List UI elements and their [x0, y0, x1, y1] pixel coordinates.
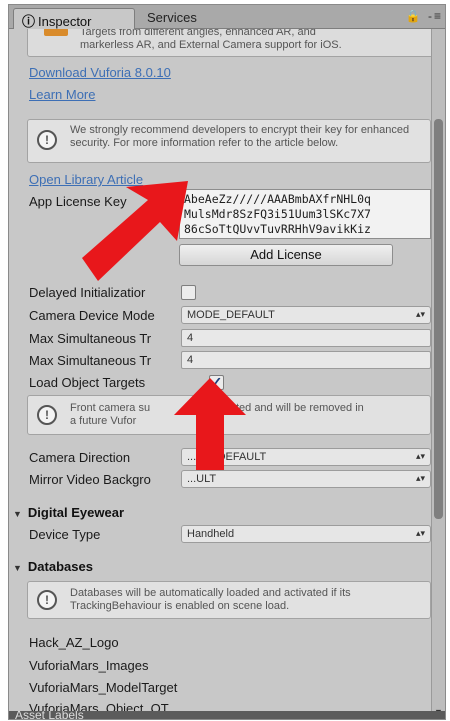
- max-simultaneous-tracked-objects-label: Max Simultaneous Tr: [29, 353, 152, 368]
- camera-device-mode-value: MODE_DEFAULT: [187, 309, 275, 321]
- camera-device-mode-label: Camera Device Mode: [29, 308, 155, 323]
- max-simultaneous-tracked-objects-input[interactable]: 4: [181, 351, 431, 369]
- security-help-box: ! We strongly recommend developers to en…: [27, 119, 431, 163]
- tab-strip: ⓘ Inspector Services 🔒 -≡: [9, 5, 445, 29]
- device-type-label: Device Type: [29, 527, 101, 542]
- license-line-3: 86cSoTtQUvvTuvRRHhV9avikKiz: [184, 222, 371, 236]
- front-camera-help-part-1: Front camera su: [70, 402, 151, 414]
- delayed-initialization-label: Delayed Initializatior: [29, 285, 146, 300]
- open-library-article-link[interactable]: Open Library Article: [29, 172, 143, 187]
- intro-line-2: markerless AR, and External Camera suppo…: [80, 39, 342, 51]
- databases-title: Databases: [27, 559, 93, 574]
- device-type-dropdown[interactable]: Handheld ▴▾: [181, 525, 431, 543]
- info-icon: !: [37, 405, 57, 425]
- front-camera-help-text: Front camera su deprecated and will be r…: [70, 402, 422, 428]
- max-simultaneous-tracked-images-input[interactable]: 4: [181, 329, 431, 347]
- scrollbar-thumb[interactable]: [434, 119, 443, 519]
- dropdown-arrows-icon: ▴▾: [415, 473, 425, 483]
- camera-direction-label: Camera Direction: [29, 450, 131, 465]
- front-camera-help-box: ! Front camera su deprecated and will be…: [27, 395, 431, 435]
- info-icon: !: [37, 590, 57, 610]
- license-line-1: AbeAeZz/////AAABmbAXfrNHL0q: [184, 192, 371, 206]
- load-object-targets-label: Load Object Targets: [29, 375, 146, 390]
- tab-services[interactable]: Services: [139, 8, 239, 29]
- digital-eyewear-title: Digital Eyewear: [27, 505, 125, 520]
- inspector-content: Targets from different angles, enhanced …: [9, 29, 433, 719]
- vertical-scrollbar[interactable]: ▼: [431, 29, 445, 719]
- dropdown-arrows-icon: ▴▾: [415, 309, 425, 319]
- tab-inspector-label: Inspector: [38, 14, 92, 29]
- tab-inspector[interactable]: ⓘ Inspector: [13, 8, 135, 29]
- download-vuforia-link[interactable]: Download Vuforia 8.0.10: [29, 65, 171, 80]
- databases-help-text: Databases will be automatically loaded a…: [70, 587, 351, 612]
- digital-eyewear-foldout[interactable]: ▼ Digital Eyewear: [13, 505, 124, 520]
- dropdown-arrows-icon: ▴▾: [415, 528, 425, 538]
- mirror-video-background-dropdown[interactable]: ...ULT ▴▾: [181, 470, 431, 488]
- security-help-text: We strongly recommend developers to encr…: [70, 124, 410, 149]
- info-icon: !: [37, 130, 57, 150]
- mirror-video-background-label: Mirror Video Backgro: [29, 472, 151, 487]
- dropdown-arrows-icon: ▴▾: [415, 451, 425, 461]
- lock-menu-icon[interactable]: 🔒 -≡: [406, 9, 443, 23]
- info-icon: ⓘ: [22, 14, 36, 29]
- front-camera-help-part-2: deprecated and will be removed in: [196, 402, 364, 414]
- database-item[interactable]: Hack_AZ_Logo: [29, 635, 119, 650]
- inspector-window: ⓘ Inspector Services 🔒 -≡ Targets from di…: [8, 4, 446, 720]
- camera-device-mode-dropdown[interactable]: MODE_DEFAULT ▴▾: [181, 306, 431, 324]
- vuforia-logo-icon: [44, 29, 68, 36]
- asset-labels-bar: Asset Labels: [9, 711, 445, 719]
- device-type-value: Handheld: [187, 528, 235, 540]
- license-line-2: MulsMdr8SzFQ3i51Uum3lSKc7X7: [184, 207, 371, 221]
- app-license-key-label: App License Key: [29, 194, 127, 209]
- camera-direction-value: ...RA_DEFAULT: [187, 451, 267, 463]
- load-object-targets-checkbox[interactable]: ✓: [209, 375, 224, 390]
- add-license-button[interactable]: Add License: [179, 244, 393, 266]
- camera-direction-dropdown[interactable]: ...RA_DEFAULT ▴▾: [181, 448, 431, 466]
- checkmark-icon: ✓: [210, 374, 223, 390]
- foldout-arrow-icon: ▼: [13, 563, 22, 573]
- intro-help-box: Targets from different angles, enhanced …: [27, 29, 433, 57]
- databases-foldout[interactable]: ▼ Databases: [13, 559, 93, 574]
- intro-line-1: Targets from different angles, enhanced …: [80, 29, 316, 38]
- databases-help-box: ! Databases will be automatically loaded…: [27, 581, 431, 619]
- max-simultaneous-tracked-images-label: Max Simultaneous Tr: [29, 331, 152, 346]
- database-item[interactable]: VuforiaMars_ModelTarget: [29, 680, 177, 695]
- database-item[interactable]: VuforiaMars_Images: [29, 658, 148, 673]
- foldout-arrow-icon: ▼: [13, 509, 22, 519]
- app-license-key-input[interactable]: AbeAeZz/////AAABmbAXfrNHL0q MulsMdr8SzFQ3…: [179, 189, 431, 239]
- learn-more-link[interactable]: Learn More: [29, 87, 95, 102]
- front-camera-help-part-3: a future Vufor: [70, 415, 137, 427]
- delayed-initialization-checkbox[interactable]: [181, 285, 196, 300]
- tab-services-label: Services: [147, 10, 197, 25]
- mirror-video-background-value: ...ULT: [187, 473, 217, 485]
